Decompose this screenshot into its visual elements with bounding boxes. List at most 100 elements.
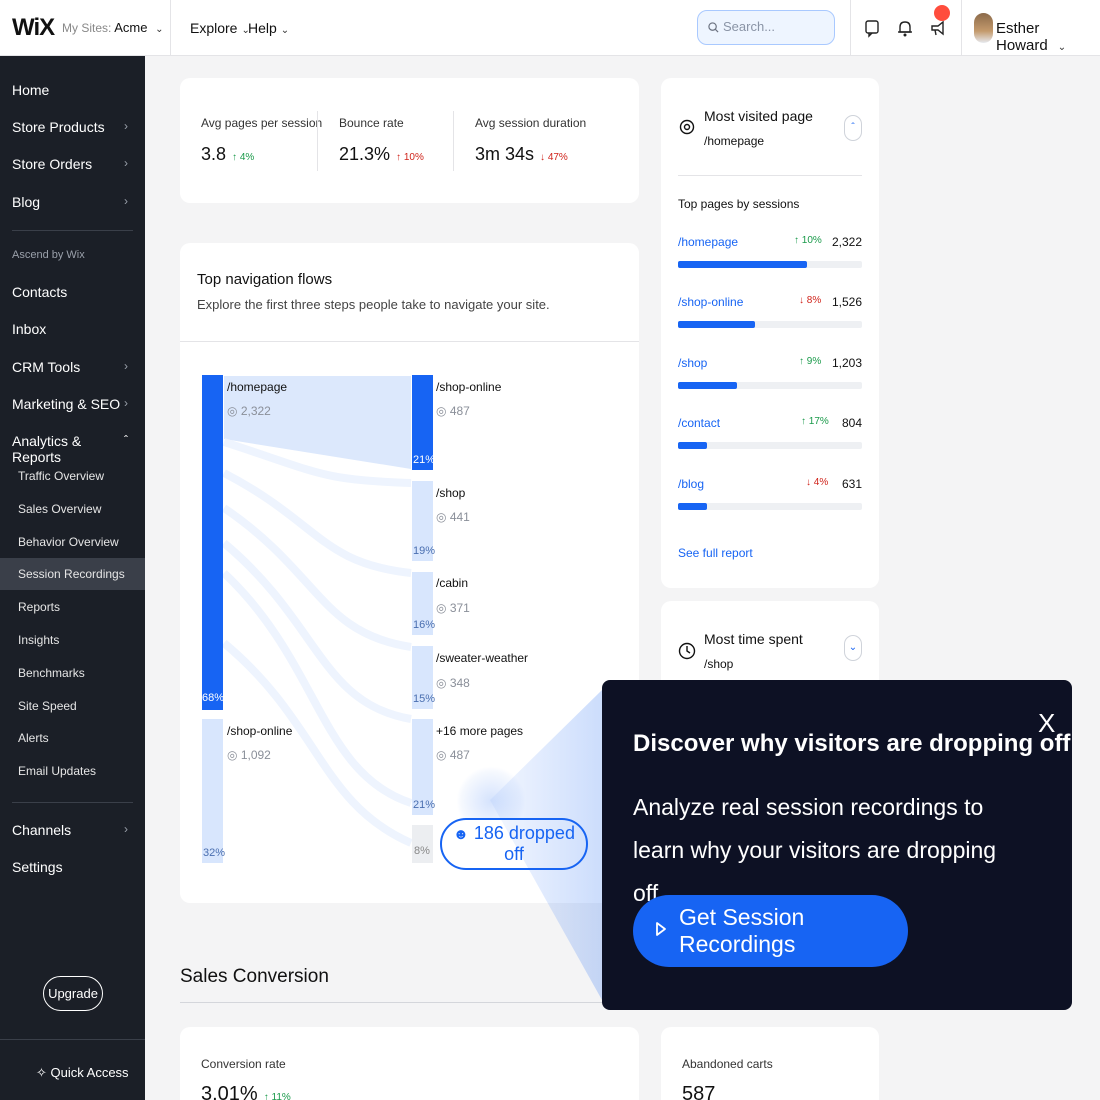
sidebar-item-alerts[interactable]: Alerts bbox=[18, 731, 49, 745]
sidebar-item-settings[interactable]: Settings bbox=[12, 859, 132, 875]
flow-node-bar[interactable] bbox=[202, 719, 223, 863]
site-selector[interactable]: My Sites: Acme ⌄ bbox=[62, 20, 164, 35]
chevron-right-icon: › bbox=[124, 396, 128, 410]
sidebar-item-label: Store Products bbox=[12, 119, 105, 135]
flow-node-count-text: 348 bbox=[449, 676, 470, 690]
chevron-right-icon: › bbox=[124, 194, 128, 208]
sidebar-item-contacts[interactable]: Contacts bbox=[12, 284, 132, 300]
sidebar-item-inbox[interactable]: Inbox bbox=[12, 321, 132, 337]
chevron-up-icon: ˆ bbox=[851, 122, 855, 133]
bell-icon[interactable] bbox=[895, 18, 915, 38]
upgrade-button[interactable]: Upgrade bbox=[43, 976, 103, 1011]
trend-up: ↑ 10% bbox=[794, 235, 822, 246]
flow-node-count: ◎ 371 bbox=[436, 601, 470, 615]
sidebar-item-label: Settings bbox=[12, 859, 63, 875]
sidebar-item-session-recordings[interactable]: Session Recordings bbox=[18, 567, 125, 581]
conversion-rate-card: Conversion rate 3.01% ↑ 11% bbox=[180, 1027, 639, 1100]
user-name: Esther Howard bbox=[996, 20, 1048, 54]
sidebar-item-analytics-reports[interactable]: Analytics & Reports ˆ bbox=[12, 433, 132, 465]
page-link[interactable]: /shop-online bbox=[678, 295, 743, 309]
sessions-bar bbox=[678, 321, 862, 328]
wix-logo[interactable]: WiX bbox=[12, 14, 55, 42]
sidebar-item-label: Inbox bbox=[12, 321, 47, 337]
divider bbox=[850, 0, 851, 56]
sidebar-item-marketing-seo[interactable]: Marketing & SEO › bbox=[12, 396, 132, 412]
trend-up: ↑ 9% bbox=[799, 356, 822, 367]
sidebar-item-reports[interactable]: Reports bbox=[18, 600, 60, 614]
sidebar: Home Store Products › Store Orders › Blog ›… bbox=[0, 56, 145, 1100]
flow-node-count-text: 2,322 bbox=[240, 404, 271, 418]
sidebar-item-label: Blog bbox=[12, 194, 41, 210]
page-link[interactable]: /blog bbox=[678, 477, 704, 491]
trend-down: ↓ 8% bbox=[799, 295, 822, 306]
sidebar-item-blog[interactable]: Blog › bbox=[12, 194, 132, 210]
avatar[interactable] bbox=[974, 13, 993, 43]
flow-node-count-text: 441 bbox=[449, 510, 470, 524]
abandoned-carts-card: Abandoned carts 587 bbox=[661, 1027, 879, 1100]
flow-node-bar[interactable] bbox=[202, 375, 223, 710]
sidebar-item-traffic-overview[interactable]: Traffic Overview bbox=[18, 469, 104, 483]
sessions-icon: ◎ bbox=[227, 404, 238, 418]
sidebar-item-crm-tools[interactable]: CRM Tools › bbox=[12, 359, 132, 375]
get-session-recordings-button[interactable]: Get Session Recordings bbox=[633, 895, 908, 967]
sidebar-item-site-speed[interactable]: Site Speed bbox=[18, 699, 77, 713]
sessions-bar bbox=[678, 503, 862, 510]
expand-button[interactable]: ⌄ bbox=[844, 635, 862, 661]
session-metrics-card: Avg pages per session 3.8 ↑ 4% Bounce rat… bbox=[180, 78, 639, 203]
flow-node-pct: 16% bbox=[413, 619, 436, 631]
sidebar-item-sales-overview[interactable]: Sales Overview bbox=[18, 502, 101, 516]
chevron-up-icon: ˆ bbox=[124, 433, 128, 447]
play-icon bbox=[656, 922, 666, 936]
chevron-right-icon: › bbox=[124, 119, 128, 133]
sessions-icon: ◎ bbox=[436, 510, 447, 524]
page-link[interactable]: /contact bbox=[678, 416, 720, 430]
user-exit-icon: ☻ bbox=[453, 826, 469, 843]
sidebar-item-benchmarks[interactable]: Benchmarks bbox=[18, 666, 85, 680]
sidebar-item-channels[interactable]: Channels › bbox=[12, 822, 132, 838]
quick-access-button[interactable]: ✧ Quick Access bbox=[36, 1065, 129, 1081]
nav-help[interactable]: Help ⌄ bbox=[248, 20, 289, 36]
flow-node-pct: 15% bbox=[413, 693, 436, 705]
sidebar-item-insights[interactable]: Insights bbox=[18, 633, 59, 647]
sidebar-item-email-updates[interactable]: Email Updates bbox=[18, 764, 96, 778]
metric-value: 3m 34s ↓ 47% bbox=[475, 144, 568, 165]
list-title: Top pages by sessions bbox=[678, 197, 800, 211]
sessions-bar-fill bbox=[678, 442, 708, 449]
sessions-icon: ◎ bbox=[436, 601, 447, 615]
flow-links bbox=[221, 376, 413, 847]
search-input[interactable]: Search... bbox=[697, 10, 835, 45]
divider bbox=[678, 175, 862, 176]
metric-trend: 11% bbox=[271, 1092, 291, 1100]
user-menu[interactable]: Esther Howard ⌄ bbox=[996, 20, 1100, 54]
page-sessions: 631 bbox=[841, 477, 862, 491]
flow-node-bar[interactable] bbox=[412, 825, 433, 863]
section-title: Sales Conversion bbox=[180, 966, 329, 987]
sessions-bar bbox=[678, 261, 862, 268]
flow-node-label: /sweater-weather bbox=[436, 651, 529, 665]
sessions-bar-fill bbox=[678, 503, 708, 510]
sidebar-item-label: Contacts bbox=[12, 284, 68, 300]
sidebar-item-store-products[interactable]: Store Products › bbox=[12, 119, 132, 135]
metric-value-text: 3m 34s bbox=[475, 144, 535, 164]
megaphone-icon[interactable] bbox=[928, 18, 948, 38]
flow-node-count-text: 371 bbox=[449, 601, 470, 615]
metric-value-text: 3.8 bbox=[201, 144, 227, 164]
card-title: Most visited page bbox=[704, 108, 813, 124]
most-visited-card: Most visited page /homepage ˆ Top pages … bbox=[661, 78, 879, 588]
page-link[interactable]: /shop bbox=[678, 356, 707, 370]
sidebar-item-store-orders[interactable]: Store Orders › bbox=[12, 156, 132, 172]
see-full-report-link[interactable]: See full report bbox=[678, 546, 753, 560]
sidebar-item-behavior-overview[interactable]: Behavior Overview bbox=[18, 535, 119, 549]
sidebar-item-home[interactable]: Home bbox=[12, 82, 132, 98]
page-link[interactable]: /homepage bbox=[678, 235, 738, 249]
collapse-button[interactable]: ˆ bbox=[844, 115, 862, 141]
chat-icon[interactable] bbox=[862, 18, 882, 38]
dropped-off-button[interactable]: ☻ 186 dropped off bbox=[440, 818, 588, 870]
flow-node-label: /homepage bbox=[227, 380, 288, 394]
metric-trend: 4% bbox=[239, 152, 255, 163]
nav-explore[interactable]: Explore ⌄ bbox=[190, 20, 250, 36]
notification-badge bbox=[934, 5, 950, 21]
divider bbox=[180, 1002, 639, 1003]
flow-node-label: /shop bbox=[436, 486, 466, 500]
quick-access-bar: ✧ Quick Access bbox=[0, 1039, 145, 1100]
